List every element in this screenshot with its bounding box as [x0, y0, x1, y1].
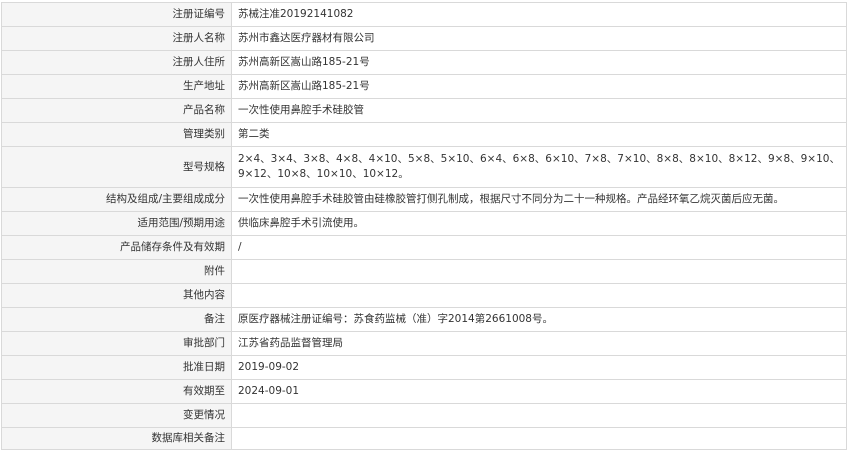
- registration-detail-table: 注册证编号 苏械注准20192141082 注册人名称 苏州市鑫达医疗器材有限公…: [1, 2, 847, 450]
- row-other-content: 其他内容: [1, 283, 847, 308]
- value-database-remarks: [231, 427, 847, 450]
- label-approval-date: 批准日期: [1, 355, 232, 380]
- row-approval-date: 批准日期 2019-09-02: [1, 355, 847, 380]
- label-intended-use: 适用范围/预期用途: [1, 211, 232, 236]
- row-product-name: 产品名称 一次性使用鼻腔手术硅胶管: [1, 98, 847, 123]
- row-model-spec: 型号规格 2×4、3×4、3×8、4×8、4×10、5×8、5×10、6×4、6…: [1, 146, 847, 188]
- label-registrant-name: 注册人名称: [1, 26, 232, 51]
- row-intended-use: 适用范围/预期用途 供临床鼻腔手术引流使用。: [1, 211, 847, 236]
- row-change-status: 变更情况: [1, 403, 847, 428]
- row-management-class: 管理类别 第二类: [1, 122, 847, 147]
- value-structure-composition: 一次性使用鼻腔手术硅胶管由硅橡胶管打侧孔制成，根据尺寸不同分为二十一种规格。产品…: [231, 187, 847, 212]
- value-intended-use: 供临床鼻腔手术引流使用。: [231, 211, 847, 236]
- label-valid-until: 有效期至: [1, 379, 232, 404]
- label-structure-composition: 结构及组成/主要组成成分: [1, 187, 232, 212]
- value-valid-until: 2024-09-01: [231, 379, 847, 404]
- row-registration-number: 注册证编号 苏械注准20192141082: [1, 2, 847, 27]
- value-attachments: [231, 259, 847, 284]
- value-model-spec: 2×4、3×4、3×8、4×8、4×10、5×8、5×10、6×4、6×8、6×…: [231, 146, 847, 188]
- value-storage-validity: /: [231, 235, 847, 260]
- label-remarks: 备注: [1, 307, 232, 332]
- label-database-remarks: 数据库相关备注: [1, 427, 232, 450]
- label-change-status: 变更情况: [1, 403, 232, 428]
- row-remarks: 备注 原医疗器械注册证编号：苏食药监械（准）字2014第2661008号。: [1, 307, 847, 332]
- value-approval-department: 江苏省药品监督管理局: [231, 331, 847, 356]
- value-production-address: 苏州高新区嵩山路185-21号: [231, 74, 847, 99]
- label-approval-department: 审批部门: [1, 331, 232, 356]
- row-registrant-address: 注册人住所 苏州高新区嵩山路185-21号: [1, 50, 847, 75]
- value-product-name: 一次性使用鼻腔手术硅胶管: [231, 98, 847, 123]
- value-registration-number: 苏械注准20192141082: [231, 2, 847, 27]
- value-management-class: 第二类: [231, 122, 847, 147]
- value-approval-date: 2019-09-02: [231, 355, 847, 380]
- value-registrant-name: 苏州市鑫达医疗器材有限公司: [231, 26, 847, 51]
- row-database-remarks: 数据库相关备注: [1, 427, 847, 450]
- label-registration-number: 注册证编号: [1, 2, 232, 27]
- registration-detail-panel: 注册证编号 苏械注准20192141082 注册人名称 苏州市鑫达医疗器材有限公…: [1, 2, 847, 450]
- row-approval-department: 审批部门 江苏省药品监督管理局: [1, 331, 847, 356]
- value-other-content: [231, 283, 847, 308]
- row-attachments: 附件: [1, 259, 847, 284]
- row-structure-composition: 结构及组成/主要组成成分 一次性使用鼻腔手术硅胶管由硅橡胶管打侧孔制成，根据尺寸…: [1, 187, 847, 212]
- row-registrant-name: 注册人名称 苏州市鑫达医疗器材有限公司: [1, 26, 847, 51]
- label-storage-validity: 产品储存条件及有效期: [1, 235, 232, 260]
- label-other-content: 其他内容: [1, 283, 232, 308]
- row-production-address: 生产地址 苏州高新区嵩山路185-21号: [1, 74, 847, 99]
- row-storage-validity: 产品储存条件及有效期 /: [1, 235, 847, 260]
- value-change-status: [231, 403, 847, 428]
- label-attachments: 附件: [1, 259, 232, 284]
- label-production-address: 生产地址: [1, 74, 232, 99]
- label-model-spec: 型号规格: [1, 146, 232, 188]
- label-management-class: 管理类别: [1, 122, 232, 147]
- label-registrant-address: 注册人住所: [1, 50, 232, 75]
- value-remarks: 原医疗器械注册证编号：苏食药监械（准）字2014第2661008号。: [231, 307, 847, 332]
- row-valid-until: 有效期至 2024-09-01: [1, 379, 847, 404]
- label-product-name: 产品名称: [1, 98, 232, 123]
- value-registrant-address: 苏州高新区嵩山路185-21号: [231, 50, 847, 75]
